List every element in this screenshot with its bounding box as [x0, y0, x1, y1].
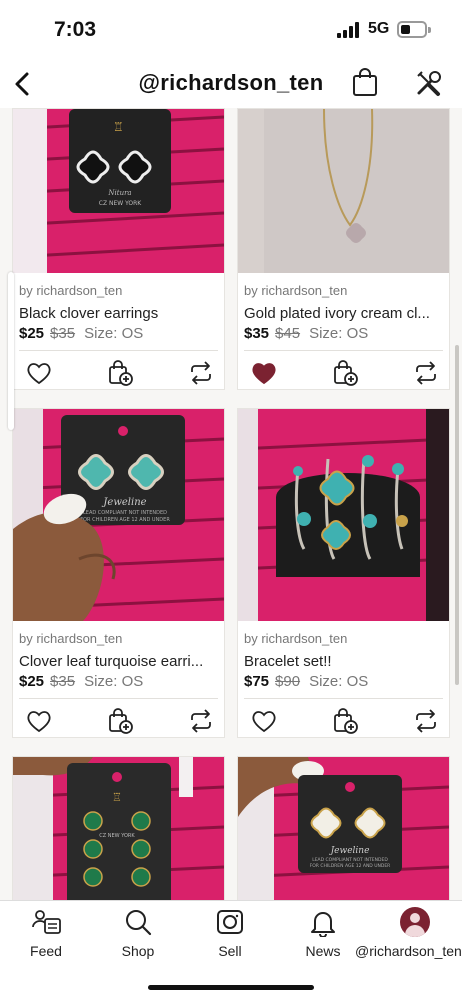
price-row: $25 $35 Size: OS: [19, 673, 143, 690]
tab-label: Sell: [218, 943, 242, 959]
seller-byline: by richardson_ten: [244, 283, 348, 298]
price: $35: [244, 325, 270, 342]
add-to-bundle-icon[interactable]: [106, 359, 134, 387]
svg-text:♖: ♖: [112, 791, 122, 804]
page-title: @richardson_ten: [138, 70, 324, 95]
heart-filled-icon[interactable]: [250, 359, 278, 387]
battery-icon: [397, 21, 431, 38]
card-brand-text: Nitura: [107, 189, 131, 197]
product-image[interactable]: ♖ CZ NEW YORK: [13, 757, 224, 900]
seller-byline: by richardson_ten: [19, 631, 123, 646]
avatar: [400, 907, 430, 937]
search-icon: [126, 910, 152, 936]
listing-grid: ♖ Nitura CZ NEW YORK by richardson_ten B…: [0, 108, 462, 900]
heart-icon[interactable]: [25, 359, 53, 387]
add-to-bundle-icon[interactable]: [331, 359, 359, 387]
camera-icon: [217, 910, 243, 934]
divider: [19, 350, 218, 351]
size-label: Size: OS: [309, 325, 369, 342]
green-clover-earrings-image: ♖ CZ NEW YORK: [13, 757, 224, 900]
original-price: $90: [275, 673, 301, 690]
product-image[interactable]: Jeweline LEAD COMPLIANT NOT INTENDED FOR…: [13, 409, 224, 621]
tab-label: @richardson_ten: [355, 943, 462, 959]
home-indicator[interactable]: [148, 985, 314, 990]
network-type: 5G: [368, 20, 390, 37]
listing-actions: [238, 355, 449, 391]
signal-icon: [337, 22, 361, 38]
product-image[interactable]: ♖ Nitura CZ NEW YORK: [13, 109, 224, 273]
add-to-bundle-icon[interactable]: [106, 707, 134, 735]
share-icon[interactable]: [187, 359, 215, 387]
listing-title[interactable]: Black clover earrings: [19, 305, 219, 322]
price: $25: [19, 325, 45, 342]
heart-icon[interactable]: [250, 707, 278, 735]
listing-card[interactable]: by richardson_ten Bracelet set!! $75 $90 S…: [237, 408, 450, 738]
card-brand-text: Jeweline: [329, 846, 370, 856]
tab-label: Feed: [30, 943, 62, 959]
original-price: $35: [50, 325, 76, 342]
seller-byline: by richardson_ten: [19, 283, 123, 298]
product-image[interactable]: [238, 409, 449, 621]
share-icon[interactable]: [412, 707, 440, 735]
pearl-clover-earrings-image: Jeweline LEAD COMPLIANT NOT INTENDED FOR…: [238, 757, 449, 900]
bracelet-set-image: [238, 409, 449, 621]
card-warning-text: FOR CHILDREN AGE 12 AND UNDER: [310, 863, 391, 869]
tab-label: Shop: [121, 943, 155, 959]
status-bar: 7:03 5G: [0, 0, 462, 62]
price: $75: [244, 673, 270, 690]
size-label: Size: OS: [84, 673, 144, 690]
listing-card[interactable]: Jeweline LEAD COMPLIANT NOT INTENDED FOR…: [12, 408, 225, 738]
listing-title[interactable]: Clover leaf turquoise earri...: [19, 653, 219, 670]
add-to-bundle-icon[interactable]: [331, 707, 359, 735]
original-price: $35: [50, 673, 76, 690]
share-icon[interactable]: [412, 359, 440, 387]
header: @richardson_ten: [0, 62, 462, 108]
turquoise-earrings-image: Jeweline LEAD COMPLIANT NOT INTENDED FOR…: [13, 409, 224, 621]
card-warning-text: LEAD COMPLIANT NOT INTENDED: [83, 510, 167, 516]
feed-icon: [32, 910, 61, 934]
listing-card[interactable]: by richardson_ten Gold plated ivory crea…: [237, 108, 450, 390]
bell-icon: [311, 912, 335, 937]
tab-profile[interactable]: @richardson_ten: [355, 907, 462, 967]
listing-title[interactable]: Gold plated ivory cream cl...: [244, 305, 444, 322]
product-image[interactable]: Jeweline LEAD COMPLIANT NOT INTENDED FOR…: [238, 757, 449, 900]
divider: [244, 698, 443, 699]
gold-necklace-image: [238, 109, 449, 273]
tools-icon[interactable]: [414, 68, 444, 98]
scrollbar[interactable]: [455, 345, 459, 685]
scroll-indicator-left[interactable]: [8, 272, 14, 430]
card-brand-text: CZ NEW YORK: [99, 200, 143, 207]
price-row: $25 $35 Size: OS: [19, 325, 143, 342]
listing-actions: [13, 703, 224, 739]
listing-card[interactable]: ♖ Nitura CZ NEW YORK by richardson_ten B…: [12, 108, 225, 390]
svg-text:♖: ♖: [113, 120, 124, 134]
tab-sell[interactable]: Sell: [184, 907, 276, 967]
clock: 7:03: [54, 18, 97, 41]
product-image[interactable]: [238, 109, 449, 273]
size-label: Size: OS: [84, 325, 144, 342]
size-label: Size: OS: [309, 673, 369, 690]
divider: [19, 698, 218, 699]
heart-icon[interactable]: [25, 707, 53, 735]
original-price: $45: [275, 325, 301, 342]
card-brand-text: Jeweline: [101, 497, 146, 508]
listing-actions: [238, 703, 449, 739]
listing-card[interactable]: Jeweline LEAD COMPLIANT NOT INTENDED FOR…: [237, 756, 450, 900]
black-clover-earrings-image: ♖ Nitura CZ NEW YORK: [13, 109, 224, 273]
price: $25: [19, 673, 45, 690]
divider: [244, 350, 443, 351]
shopping-bag-icon[interactable]: [350, 66, 380, 98]
tab-feed[interactable]: Feed: [0, 907, 92, 967]
listing-actions: [13, 355, 224, 391]
listing-title[interactable]: Bracelet set!!: [244, 653, 444, 670]
seller-byline: by richardson_ten: [244, 631, 348, 646]
share-icon[interactable]: [187, 707, 215, 735]
price-row: $75 $90 Size: OS: [244, 673, 368, 690]
card-warning-text: FOR CHILDREN AGE 12 AND UNDER: [80, 517, 170, 523]
card-brand-text: CZ NEW YORK: [99, 833, 135, 839]
price-row: $35 $45 Size: OS: [244, 325, 368, 342]
tab-shop[interactable]: Shop: [92, 907, 184, 967]
card-warning-text: LEAD COMPLIANT NOT INTENDED: [312, 857, 388, 863]
listing-card[interactable]: ♖ CZ NEW YORK: [12, 756, 225, 900]
